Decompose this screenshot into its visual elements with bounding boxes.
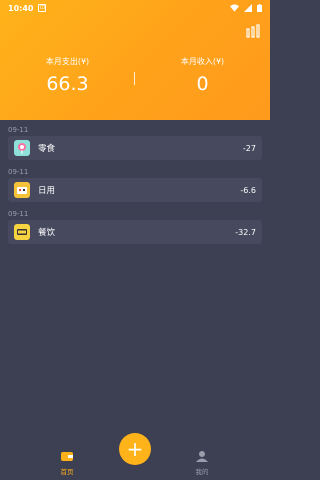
summary-divider <box>134 72 135 85</box>
record-list: 09-11 零食 -27 09-11 日用 -6.6 09-11 餐饮 -32.… <box>0 124 270 244</box>
tab-home[interactable]: 首页 <box>47 450 87 476</box>
expense-value: 66.3 <box>46 73 89 95</box>
food-icon <box>14 224 30 240</box>
income-value: 0 <box>196 73 209 95</box>
expense-label: 本月支出(¥) <box>45 57 90 66</box>
battery-icon <box>257 4 262 12</box>
income-summary: 本月收入(¥) 0 <box>135 56 270 106</box>
tab-me-label: 我的 <box>195 468 209 476</box>
signal-icon <box>244 4 252 12</box>
record-item-food[interactable]: 餐饮 -32.7 <box>8 220 262 244</box>
income-label: 本月收入(¥) <box>180 57 225 66</box>
tab-me[interactable]: 我的 <box>182 450 222 476</box>
wifi-icon <box>230 4 239 12</box>
header: 10:40 ⊡ 本月支出(¥) 66.3 本月收入(¥) 0 <box>0 0 270 120</box>
status-bar: 10:40 ⊡ <box>0 0 270 16</box>
daily-goods-icon <box>14 182 30 198</box>
lollipop-icon <box>14 140 30 156</box>
user-icon <box>196 451 208 462</box>
record-amount: -6.6 <box>240 185 256 195</box>
record-item-daily[interactable]: 日用 -6.6 <box>8 178 262 202</box>
tab-home-label: 首页 <box>60 468 74 476</box>
record-date: 09-11 <box>8 126 29 134</box>
status-time: 10:40 <box>8 3 34 13</box>
record-date: 09-11 <box>8 210 29 218</box>
record-category: 日用 <box>38 186 56 196</box>
record-date: 09-11 <box>8 168 29 176</box>
record-amount: -27 <box>242 143 256 153</box>
record-category: 餐饮 <box>38 228 56 238</box>
monthly-summary: 本月支出(¥) 66.3 本月收入(¥) 0 <box>0 56 270 106</box>
record-category: 零食 <box>38 144 56 154</box>
notification-icon: ⊡ <box>38 4 47 12</box>
record-item-snacks[interactable]: 零食 -27 <box>8 136 262 160</box>
wallet-icon <box>61 452 73 461</box>
record-amount: -32.7 <box>235 227 256 237</box>
chart-icon[interactable] <box>246 24 260 38</box>
add-record-button[interactable]: + <box>119 433 151 465</box>
expense-summary: 本月支出(¥) 66.3 <box>0 56 135 106</box>
